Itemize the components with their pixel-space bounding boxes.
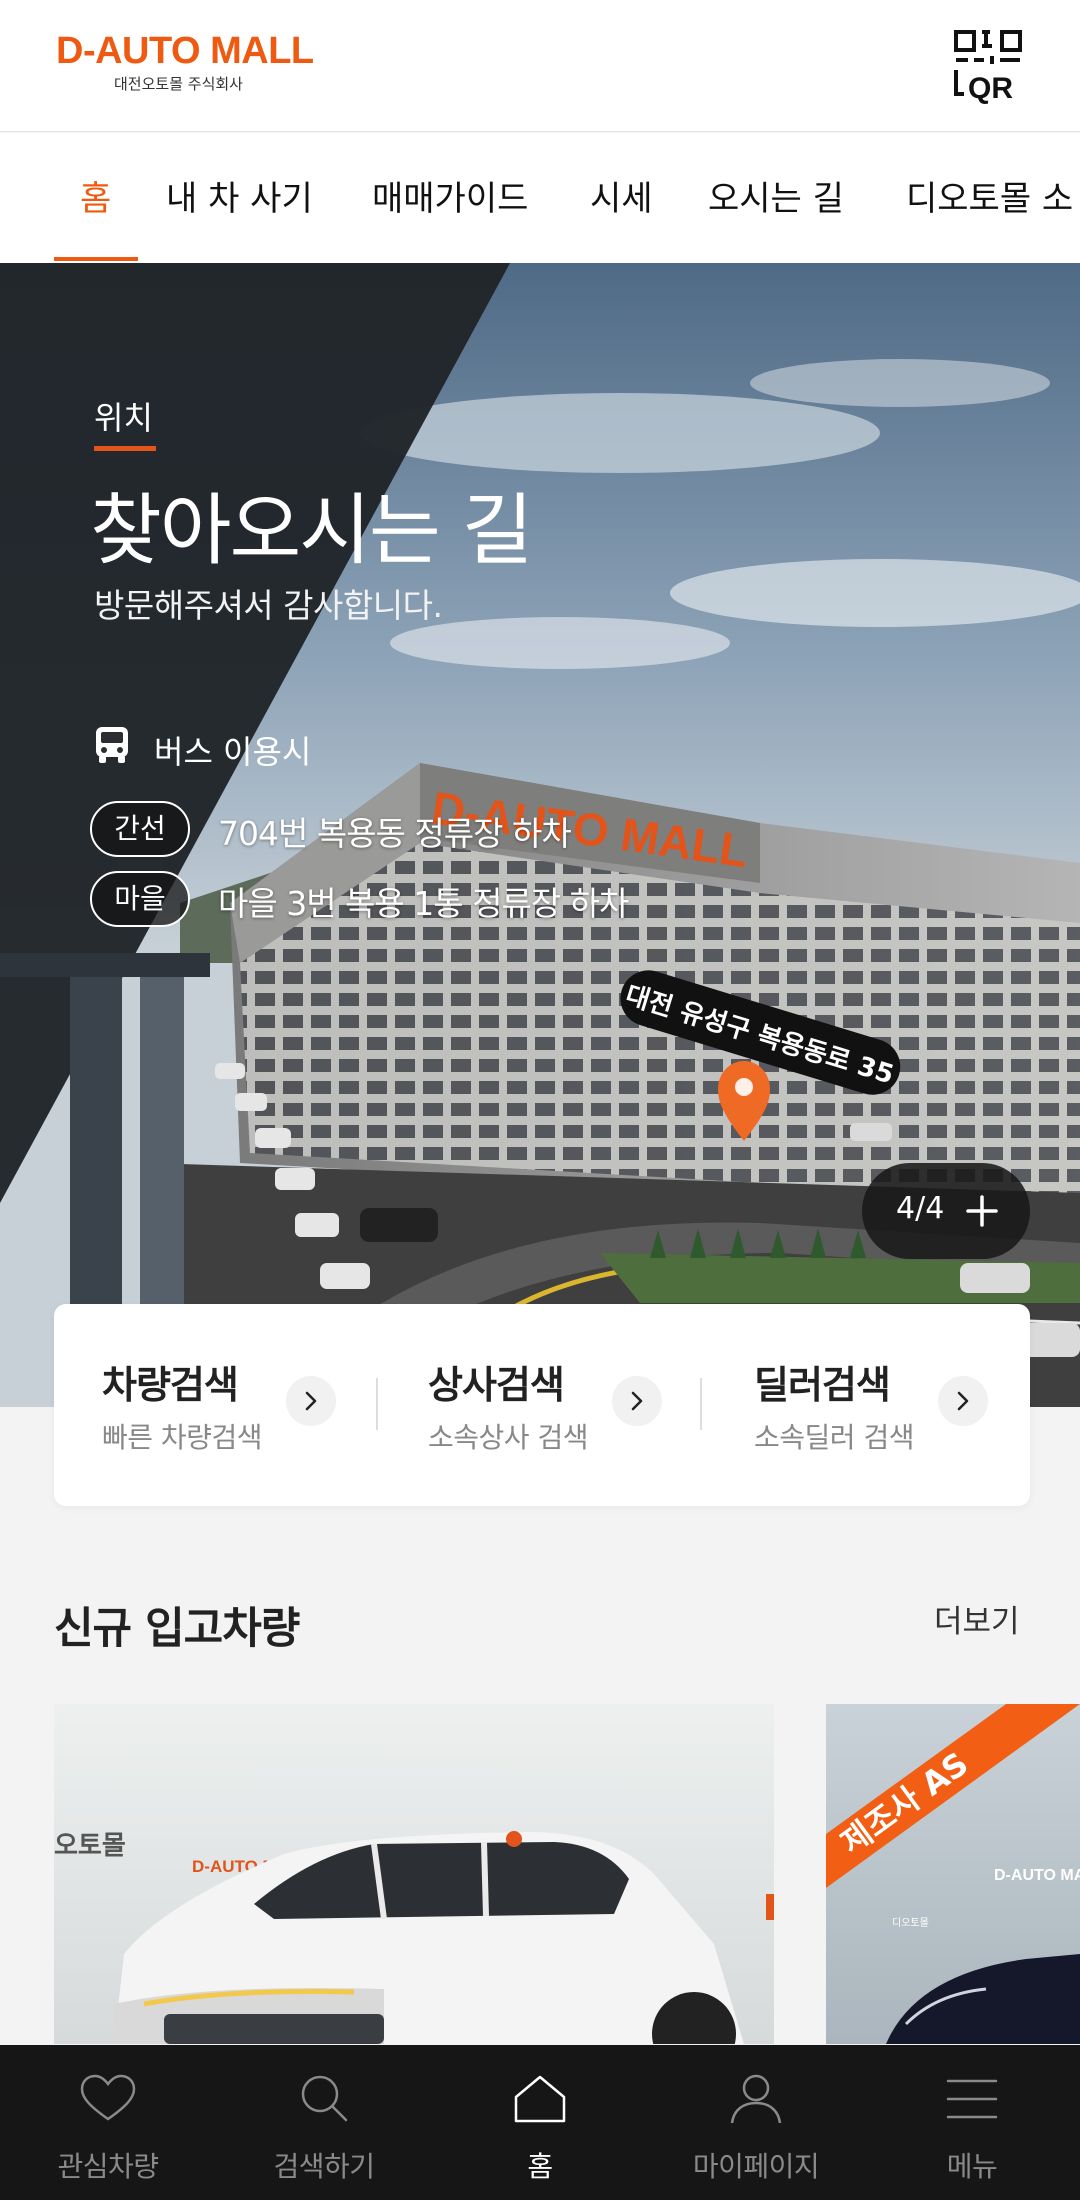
slide-counter: 4/4 — [896, 1191, 945, 1226]
hero-banner[interactable]: D-AUTO MALL 대전 유성구 복용동로 35 위치 찾아오시는 길 방문… — [0, 263, 1080, 1407]
logo-wordmark: D-AUTO MALL — [56, 30, 314, 72]
main-nav: 홈 내 차 사기 매매가이드 시세 오시는 길 디오토몰 소 — [0, 133, 1080, 263]
tab-label: 홈 — [527, 2150, 553, 2183]
bus-label: 버스 이용시 — [154, 733, 312, 771]
hero-subtitle: 방문해주셔서 감사합니다. — [94, 586, 443, 625]
search-item-subtitle: 소속상사 검색 — [428, 1421, 588, 1454]
tab-label: 관심차량 — [57, 2150, 159, 2183]
chevron-right-icon — [286, 1376, 336, 1426]
route-badge: 간선 — [90, 801, 190, 857]
search-item-title: 딜러검색 — [754, 1363, 891, 1407]
tab-mypage[interactable]: 마이페이지 — [648, 2045, 864, 2200]
search-item-title: 상사검색 — [428, 1363, 565, 1407]
car-card[interactable]: D-AUTO MA 디오토몰 제조사 AS — [826, 1704, 1080, 2044]
dealer-search-button[interactable]: 딜러검색 소속딜러 검색 — [754, 1354, 1054, 1464]
svg-text:QR: QR — [968, 72, 1013, 104]
vehicle-search-button[interactable]: 차량검색 빠른 차량검색 — [102, 1354, 402, 1464]
hero-eyebrow: 위치 — [94, 399, 153, 437]
search-item-title: 차량검색 — [102, 1363, 239, 1407]
tab-search[interactable]: 검색하기 — [216, 2045, 432, 2200]
tab-home[interactable]: 홈 — [432, 2045, 648, 2200]
plus-icon[interactable] — [964, 1193, 1000, 1229]
route-text: 마을 3번 복용 1통 정류장 하차 — [218, 884, 629, 923]
nav-item-buy-car[interactable]: 내 차 사기 — [166, 171, 313, 220]
person-icon — [730, 2074, 782, 2124]
svg-text:D-AUTO MA: D-AUTO MA — [994, 1867, 1080, 1884]
car-card[interactable]: 오토몰 D-AUTO MALL — [54, 1704, 774, 2044]
search-icon — [301, 2075, 348, 2122]
nav-item-about[interactable]: 디오토몰 소 — [906, 171, 1073, 220]
svg-text:디오토몰: 디오토몰 — [892, 1917, 929, 1929]
tab-label: 검색하기 — [273, 2150, 375, 2183]
nav-item-home[interactable]: 홈 — [80, 171, 111, 220]
search-item-subtitle: 빠른 차량검색 — [102, 1421, 262, 1454]
heart-icon — [80, 2074, 136, 2121]
nav-active-indicator — [54, 257, 138, 261]
page: D-AUTO MALL 대전오토몰 주식회사 QR 홈 내 차 사기 매매가이드… — [0, 0, 1080, 2200]
divider — [376, 1378, 378, 1430]
car-photo: D-AUTO MA 디오토몰 제조사 AS — [826, 1704, 1080, 2044]
nav-item-trade-guide[interactable]: 매매가이드 — [372, 171, 528, 220]
app-header: D-AUTO MALL 대전오토몰 주식회사 QR — [0, 0, 1080, 132]
search-item-subtitle: 소속딜러 검색 — [754, 1421, 914, 1454]
hero-eyebrow-underline — [94, 446, 156, 451]
divider — [700, 1378, 702, 1430]
bus-icon — [96, 727, 128, 763]
route-text: 704번 복용동 정류장 하차 — [218, 814, 572, 853]
home-icon — [514, 2075, 566, 2123]
tab-label: 마이페이지 — [692, 2150, 820, 2183]
more-link[interactable]: 더보기 — [934, 1596, 1020, 1641]
bottom-tab-bar: 관심차량 검색하기 홈 마이페이지 메뉴 — [0, 2045, 1080, 2200]
menu-icon — [946, 2079, 998, 2119]
chevron-right-icon — [612, 1376, 662, 1426]
quick-search-card: 차량검색 빠른 차량검색 상사검색 소속상사 검색 딜러검색 소속딜러 검색 — [54, 1304, 1030, 1506]
route-badge: 마을 — [90, 871, 190, 927]
tab-label: 메뉴 — [946, 2150, 998, 2183]
slide-pager[interactable]: 4/4 — [862, 1163, 1030, 1259]
logo-company-name: 대전오토몰 주식회사 — [114, 75, 243, 93]
svg-text:오토몰: 오토몰 — [54, 1831, 126, 1861]
hero-title: 찾아오시는 길 — [90, 486, 533, 576]
section-title: 신규 입고차량 — [54, 1604, 300, 1654]
dealership-search-button[interactable]: 상사검색 소속상사 검색 — [428, 1354, 728, 1464]
qr-code-icon[interactable]: QR — [952, 28, 1032, 105]
nav-item-directions[interactable]: 오시는 길 — [708, 171, 844, 220]
tab-menu[interactable]: 메뉴 — [864, 2045, 1080, 2200]
tab-favorites[interactable]: 관심차량 — [0, 2045, 216, 2200]
nav-item-market-price[interactable]: 시세 — [590, 171, 653, 220]
brand-logo[interactable]: D-AUTO MALL 대전오토몰 주식회사 — [56, 30, 314, 94]
chevron-right-icon — [938, 1376, 988, 1426]
car-photo: 오토몰 D-AUTO MALL — [54, 1704, 774, 2044]
